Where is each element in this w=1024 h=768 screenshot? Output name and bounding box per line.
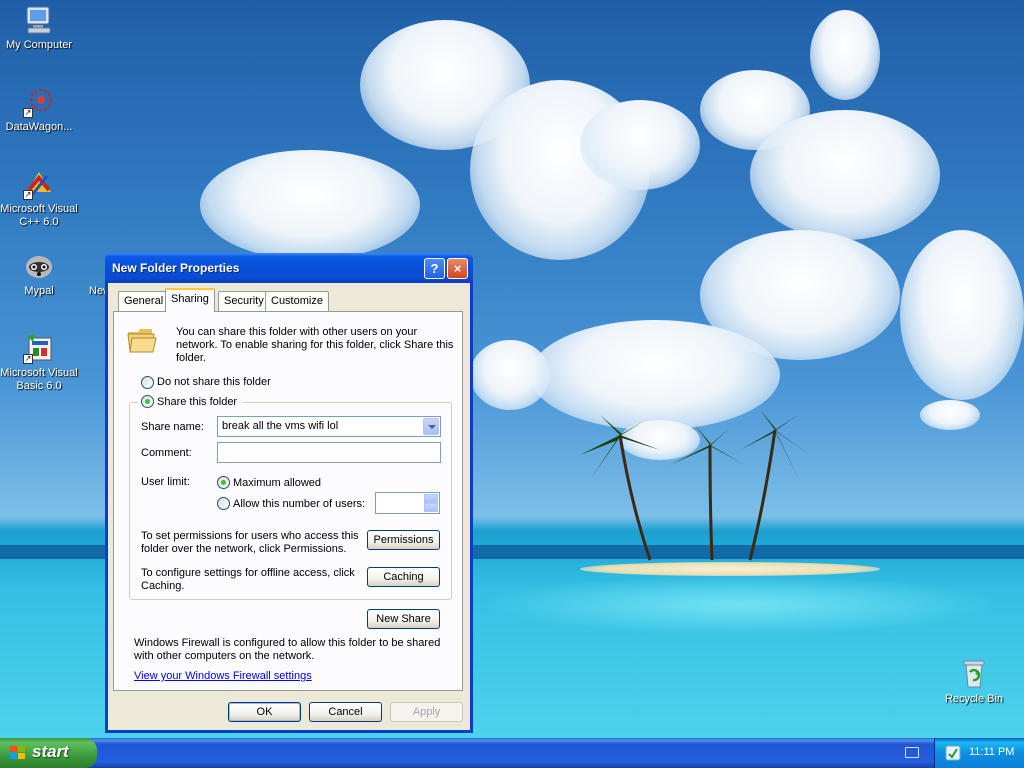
shallow-water xyxy=(480,575,1000,635)
desktop-icon-visual-cpp[interactable]: ↗ Microsoft Visual C++ 6.0 xyxy=(0,168,78,229)
caching-button[interactable]: Caching xyxy=(367,567,440,587)
permissions-description: To set permissions for users who access … xyxy=(141,530,359,555)
wallpaper-cloud xyxy=(920,400,980,430)
desktop-icon-label: DataWagon... xyxy=(5,121,73,133)
mypal-raccoon-icon xyxy=(23,250,55,282)
shortcut-arrow-icon: ↗ xyxy=(23,354,33,364)
apply-button[interactable]: Apply xyxy=(390,702,463,722)
user-limit-label: User limit: xyxy=(141,476,190,488)
dialog-titlebar[interactable]: New Folder Properties ? × xyxy=(105,253,473,283)
network-icon[interactable] xyxy=(945,745,961,761)
allow-number-radio[interactable] xyxy=(217,497,230,510)
taskbar: start 11:11 PM xyxy=(0,738,1024,768)
caching-description: To configure settings for offline access… xyxy=(141,567,355,592)
close-icon: × xyxy=(453,261,462,276)
computer-icon xyxy=(23,4,55,36)
shared-folder-icon xyxy=(126,324,158,357)
tab-general[interactable]: General xyxy=(118,291,170,311)
comment-field[interactable] xyxy=(217,442,441,463)
desktop-icon-label: My Computer xyxy=(5,39,73,51)
system-tray: 11:11 PM xyxy=(934,738,1024,768)
spin-down-icon[interactable] xyxy=(424,503,438,512)
spin-up-icon[interactable] xyxy=(424,494,438,503)
properties-dialog: New Folder Properties ? × General Sharin… xyxy=(105,253,473,733)
sharing-tab-panel: You can share this folder with other use… xyxy=(113,311,463,691)
start-label: start xyxy=(32,742,69,761)
help-icon: ? xyxy=(430,261,439,276)
keyboard-icon[interactable] xyxy=(905,747,919,758)
maximum-allowed-label[interactable]: Maximum allowed xyxy=(233,477,321,490)
desktop-icon-my-computer[interactable]: My Computer xyxy=(0,4,78,52)
do-not-share-label[interactable]: Do not share this folder xyxy=(157,376,271,389)
tab-customize[interactable]: Customize xyxy=(265,291,329,311)
firewall-settings-link[interactable]: View your Windows Firewall settings xyxy=(134,670,312,682)
permissions-button[interactable]: Permissions xyxy=(367,530,440,550)
wallpaper-cloud xyxy=(750,110,940,240)
wallpaper-cloud xyxy=(580,100,700,190)
ok-button[interactable]: OK xyxy=(228,702,301,722)
share-this-folder-radio[interactable] xyxy=(141,395,154,408)
dialog-client-area: General Sharing Security Customize You c… xyxy=(108,283,470,730)
desktop-icon-visual-basic[interactable]: ↗ Microsoft Visual Basic 6.0 xyxy=(0,332,78,393)
clock[interactable]: 11:11 PM xyxy=(969,746,1014,758)
tab-sharing[interactable]: Sharing xyxy=(165,288,215,312)
shortcut-arrow-icon: ↗ xyxy=(23,190,33,200)
wallpaper-cloud xyxy=(810,10,880,100)
share-this-folder-label[interactable]: Share this folder xyxy=(157,396,237,409)
desktop-icon-label: Microsoft Visual Basic 6.0 xyxy=(0,367,78,392)
do-not-share-radio[interactable] xyxy=(141,376,154,389)
desktop-icon-label: Mypal xyxy=(24,285,54,297)
windows-flag-icon xyxy=(10,746,25,759)
close-button[interactable]: × xyxy=(447,258,468,279)
wallpaper-cloud xyxy=(470,340,550,410)
user-count-spinner[interactable] xyxy=(375,492,440,514)
desktop-icon-datawagon[interactable]: ↗ DataWagon... xyxy=(0,86,78,134)
datawagon-icon: ↗ xyxy=(23,86,55,118)
start-button[interactable]: start xyxy=(0,738,97,768)
firewall-info-text: Windows Firewall is configured to allow … xyxy=(134,637,441,662)
share-name-value: break all the vms wifi lol xyxy=(222,420,339,432)
visual-basic-icon: ↗ xyxy=(23,332,55,364)
chevron-down-icon[interactable] xyxy=(423,418,439,435)
share-name-label: Share name: xyxy=(141,421,204,433)
desktop-icon-new[interactable]: New xyxy=(70,250,111,297)
recycle-bin-icon xyxy=(958,658,990,690)
help-button[interactable]: ? xyxy=(424,258,445,279)
wallpaper-cloud xyxy=(900,230,1024,400)
visual-cpp-icon: ↗ xyxy=(23,168,55,200)
palm-trees xyxy=(580,410,810,561)
allow-number-label[interactable]: Allow this number of users: xyxy=(233,498,365,511)
wallpaper-cloud xyxy=(200,150,420,260)
cancel-button[interactable]: Cancel xyxy=(309,702,382,722)
dialog-title: New Folder Properties xyxy=(112,261,240,275)
desktop-icon-label: Microsoft Visual C++ 6.0 xyxy=(0,203,78,228)
desktop-icon-recycle-bin[interactable]: Recycle Bin xyxy=(935,658,1013,706)
new-share-button[interactable]: New Share xyxy=(367,609,440,629)
share-name-dropdown[interactable]: break all the vms wifi lol xyxy=(217,416,441,437)
tab-security[interactable]: Security xyxy=(218,291,270,311)
sharing-intro-text: You can share this folder with other use… xyxy=(176,326,454,364)
comment-label: Comment: xyxy=(141,447,192,459)
desktop-icon-label: Recycle Bin xyxy=(944,693,1004,705)
desktop-icon-mypal[interactable]: Mypal xyxy=(0,250,78,298)
maximum-allowed-radio[interactable] xyxy=(217,476,230,489)
shortcut-arrow-icon: ↗ xyxy=(23,108,33,118)
